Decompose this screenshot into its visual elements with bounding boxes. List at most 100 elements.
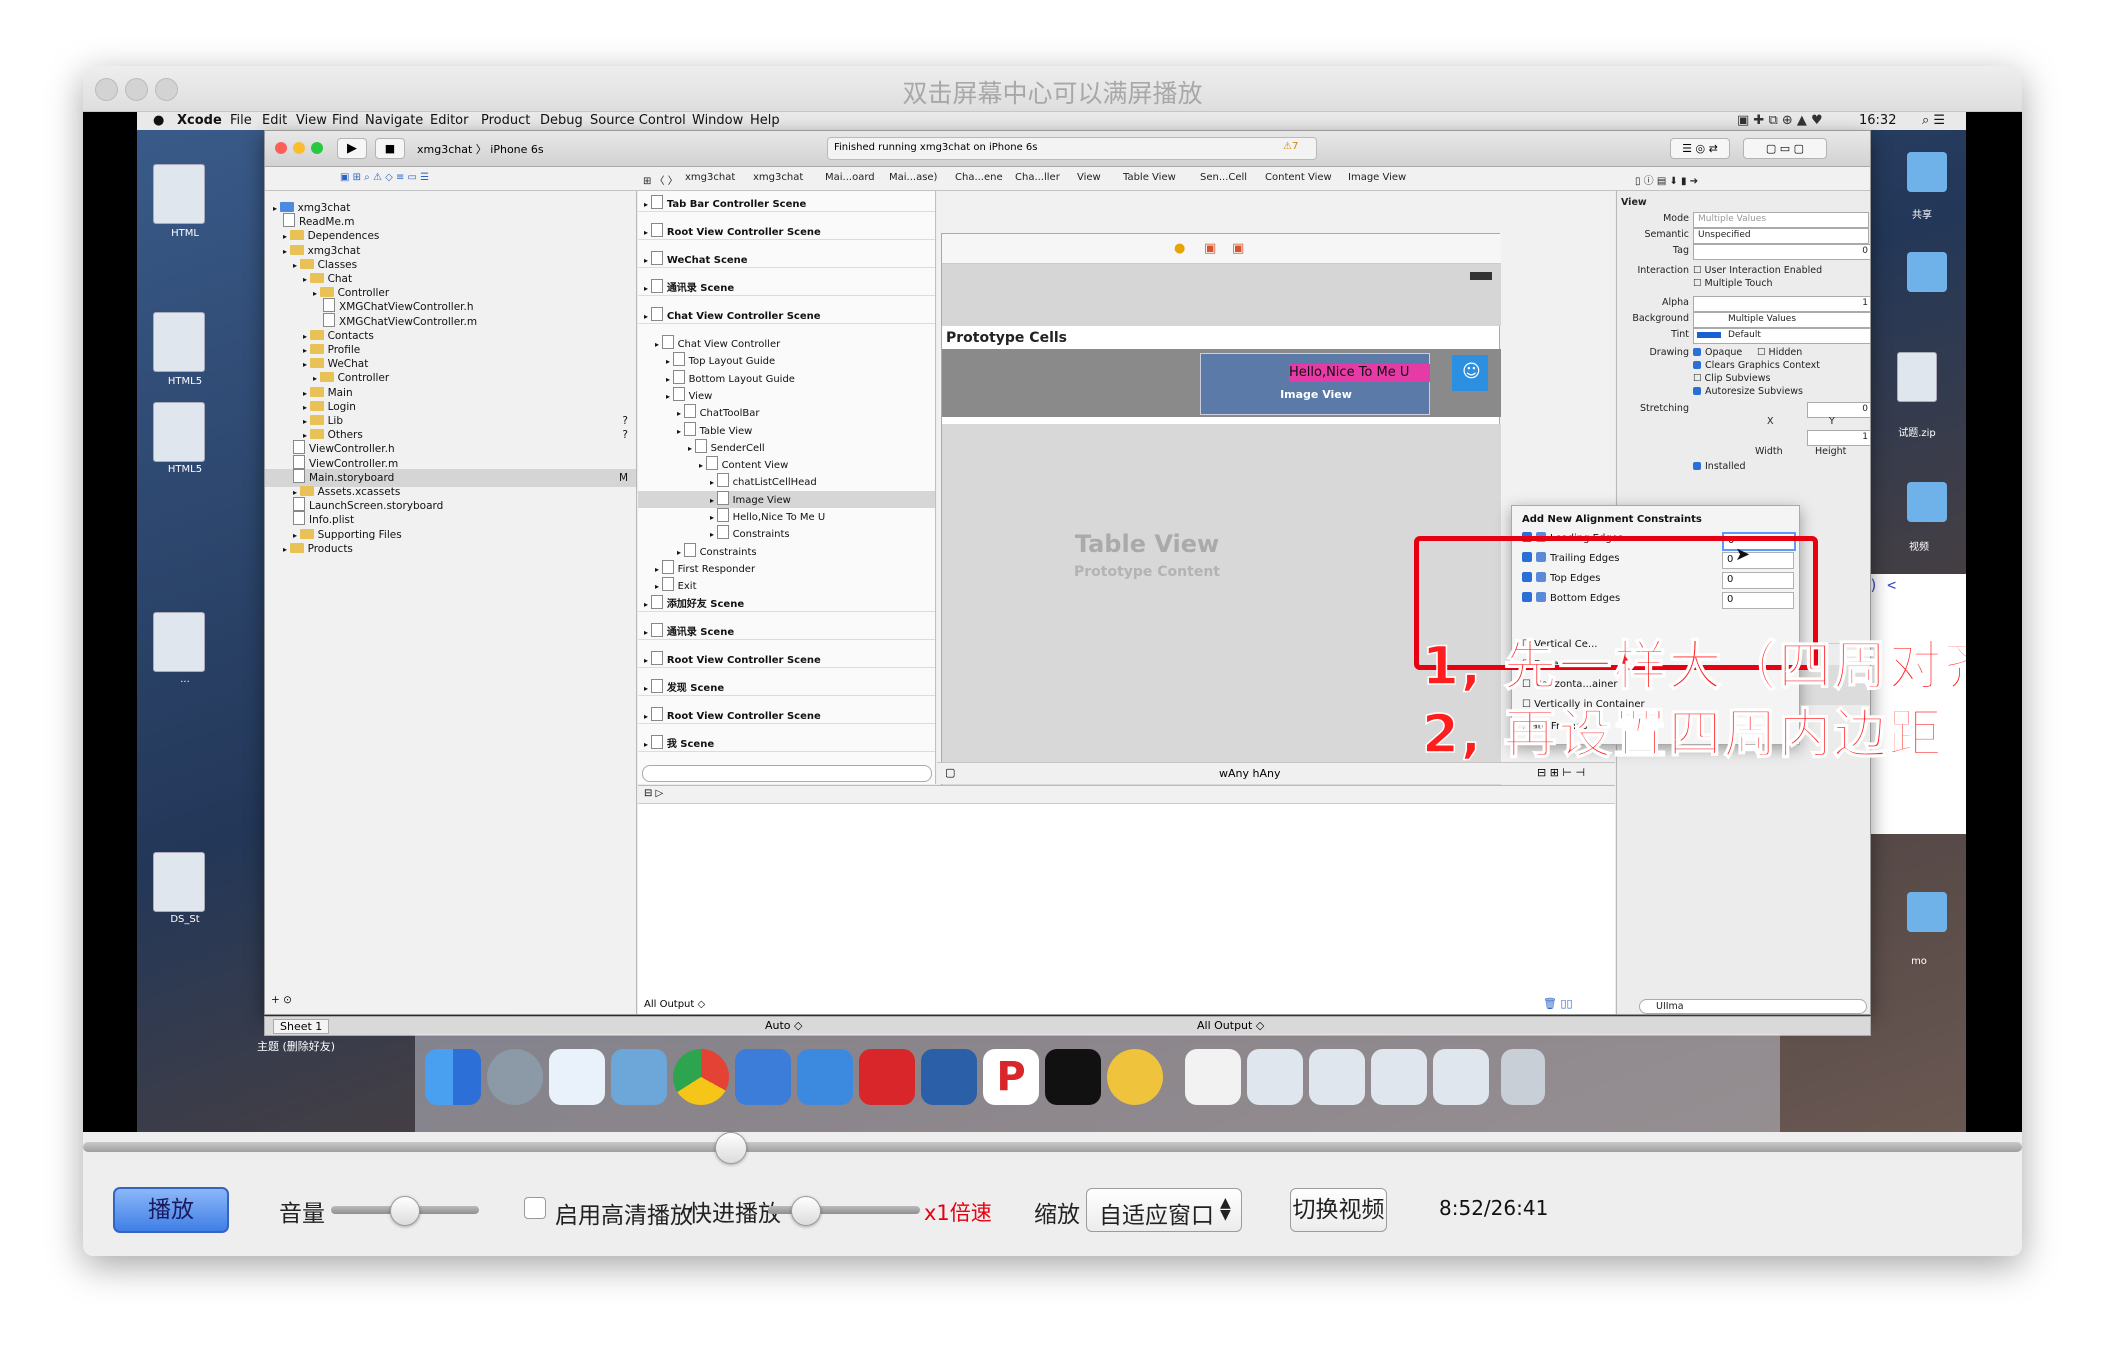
- play-button[interactable]: 播放: [113, 1187, 229, 1233]
- outline-item[interactable]: ▸ SenderCell: [638, 438, 935, 456]
- disclosure-triangle-icon[interactable]: ▸: [313, 289, 320, 298]
- output-filter[interactable]: All Output ◇: [644, 999, 705, 1010]
- video-frame[interactable]: HTML HTML5 HTML5 ... DS_St 试题.zip 视频 mo …: [83, 112, 2022, 1132]
- disclosure-triangle-icon[interactable]: ▸: [273, 204, 280, 213]
- controller-icon[interactable]: ●: [1174, 241, 1185, 256]
- image-view[interactable]: Hello,Nice To Me U Image View: [1200, 353, 1430, 415]
- background-select[interactable]: Multiple Values: [1693, 312, 1870, 328]
- disclosure-triangle-icon[interactable]: ▸: [644, 656, 651, 665]
- menu-navigate[interactable]: Navigate: [365, 113, 423, 128]
- minimize-button[interactable]: [293, 142, 305, 154]
- menu-debug[interactable]: Debug: [540, 113, 583, 128]
- clip-checkbox[interactable]: ☐ Clip Subviews: [1693, 373, 1770, 384]
- navigator-filter-bar[interactable]: + ⊙: [271, 991, 292, 1009]
- disclosure-triangle-icon[interactable]: ▸: [303, 275, 310, 284]
- avatar-icon[interactable]: ☺: [1452, 355, 1488, 391]
- menu-window[interactable]: Window: [692, 113, 743, 128]
- autoresize-checkbox[interactable]: Autoresize Subviews: [1693, 386, 1803, 397]
- jump-nav-arrows[interactable]: ⊞ 〈 〉: [643, 172, 678, 187]
- outline-item[interactable]: ▸ Image View: [638, 490, 935, 508]
- media-icon[interactable]: [611, 1049, 667, 1105]
- outline-filter-field[interactable]: [642, 765, 932, 782]
- trash-icon[interactable]: [1501, 1049, 1545, 1105]
- player-app-icon[interactable]: [549, 1049, 605, 1105]
- disclosure-triangle-icon[interactable]: ▸: [293, 531, 300, 540]
- outline-item[interactable]: ▸ First Responder: [638, 559, 935, 577]
- instruments-icon[interactable]: [797, 1049, 853, 1105]
- notes-app-icon[interactable]: [1107, 1049, 1163, 1105]
- disclosure-triangle-icon[interactable]: ▸: [303, 332, 310, 341]
- breadcrumb-6[interactable]: View: [1077, 172, 1101, 183]
- disclosure-triangle-icon[interactable]: ▸: [283, 247, 290, 256]
- close-button[interactable]: [275, 142, 287, 154]
- disclosure-triangle-icon[interactable]: ▸: [303, 403, 310, 412]
- outline-item[interactable]: ▸ Exit: [638, 577, 935, 594]
- outline-item[interactable]: ▸ View: [638, 386, 935, 404]
- document-thumb-icon[interactable]: [1185, 1049, 1241, 1105]
- breadcrumb-0[interactable]: xmg3chat: [685, 172, 735, 183]
- library-filter-field[interactable]: UIIma: [1639, 999, 1867, 1014]
- breadcrumb-8[interactable]: Sen...Cell: [1200, 172, 1247, 183]
- launchpad-icon[interactable]: [487, 1049, 543, 1105]
- disclosure-triangle-icon[interactable]: ▸: [644, 200, 651, 209]
- seek-knob[interactable]: [714, 1132, 747, 1164]
- outline-item[interactable]: ▸ Content View: [638, 456, 935, 473]
- disclosure-triangle-icon[interactable]: ▸: [303, 360, 310, 369]
- disclosure-triangle-icon[interactable]: ▸: [313, 374, 320, 383]
- breadcrumb-3[interactable]: Mai...ase): [889, 172, 937, 183]
- outline-item[interactable]: ▸ chatListCellHead: [638, 473, 935, 490]
- scissors-icon[interactable]: [921, 1049, 977, 1105]
- debug-toggle-icons[interactable]: ⊟ ▷: [644, 788, 663, 799]
- disclosure-triangle-icon[interactable]: ▸: [283, 232, 290, 241]
- disclosure-triangle-icon[interactable]: ▸: [644, 312, 651, 321]
- disclosure-triangle-icon[interactable]: ▸: [644, 228, 651, 237]
- breadcrumb-9[interactable]: Content View: [1265, 172, 1332, 183]
- disclosure-triangle-icon[interactable]: ▸: [303, 346, 310, 355]
- spotlight-icon[interactable]: ⌕ ☰: [1922, 113, 1945, 128]
- seek-bar[interactable]: [83, 1142, 2022, 1152]
- message-label[interactable]: Hello,Nice To Me U: [1289, 364, 1430, 382]
- clears-checkbox[interactable]: Clears Graphics Context: [1693, 360, 1820, 371]
- navigator-item[interactable]: ▸ Products: [265, 540, 636, 558]
- window-thumb-icon[interactable]: [1371, 1049, 1427, 1105]
- debug-trash-icon[interactable]: 🗑 ▯▯: [1543, 997, 1573, 1010]
- menu-find[interactable]: Find: [332, 113, 359, 128]
- zoom-button[interactable]: [311, 142, 323, 154]
- sheet-tab[interactable]: Sheet 1: [273, 1019, 330, 1034]
- p-app-icon[interactable]: P: [983, 1049, 1039, 1105]
- size-class-selector[interactable]: wAny hAny: [1219, 767, 1280, 780]
- xcode-icon[interactable]: [735, 1049, 791, 1105]
- editor-mode-buttons[interactable]: ☰ ◎ ⇄: [1670, 138, 1730, 159]
- disclosure-triangle-icon[interactable]: ▸: [644, 740, 651, 749]
- window-thumb-icon[interactable]: [1247, 1049, 1303, 1105]
- outline-item[interactable]: ▸ Top Layout Guide: [638, 352, 935, 369]
- disclosure-triangle-icon[interactable]: ▸: [293, 488, 300, 497]
- menu-xcode[interactable]: Xcode: [177, 113, 222, 128]
- switch-video-button[interactable]: 切换视频: [1290, 1188, 1387, 1232]
- outline-item[interactable]: ▸ ChatToolBar: [638, 404, 935, 421]
- outline-item[interactable]: ▸ Table View: [638, 421, 935, 439]
- hd-checkbox[interactable]: [524, 1197, 546, 1219]
- outline-scene[interactable]: ▸ Tab Bar Controller Scene: [638, 195, 935, 212]
- outline-scene[interactable]: ▸ 通讯录 Scene: [638, 279, 935, 296]
- first-responder-icon[interactable]: ▣: [1204, 241, 1216, 256]
- warning-icon[interactable]: ⚠7: [1283, 141, 1298, 152]
- outline-scene[interactable]: ▸ 发现 Scene: [638, 678, 935, 696]
- disclosure-triangle-icon[interactable]: ▸: [283, 545, 290, 554]
- breadcrumb-10[interactable]: Image View: [1348, 172, 1406, 183]
- alpha-field[interactable]: 1: [1693, 296, 1870, 312]
- terminal-icon[interactable]: [1045, 1049, 1101, 1105]
- menu-source-control[interactable]: Source Control: [590, 113, 686, 128]
- window-thumb-icon[interactable]: [1309, 1049, 1365, 1105]
- sender-cell[interactable]: Hello,Nice To Me U Image View ☺: [942, 349, 1501, 417]
- user-interaction-checkbox[interactable]: ☐ User Interaction Enabled: [1693, 265, 1822, 276]
- hidden-checkbox[interactable]: ☐ Hidden: [1757, 347, 1802, 358]
- semantic-select[interactable]: Unspecified: [1693, 228, 1869, 244]
- outline-scene[interactable]: ▸ 我 Scene: [638, 734, 935, 752]
- disclosure-triangle-icon[interactable]: ▸: [644, 284, 651, 293]
- navigator-tab-icons[interactable]: ▣ ⊞ ⌕ ⚠ ◇ ≡ ▭ ☰: [340, 172, 429, 183]
- volume-knob[interactable]: [390, 1196, 420, 1226]
- outline-scene[interactable]: ▸ Root View Controller Scene: [638, 650, 935, 668]
- outline-item[interactable]: ▸ Constraints: [638, 525, 935, 542]
- mode-select[interactable]: Multiple Values: [1693, 212, 1869, 228]
